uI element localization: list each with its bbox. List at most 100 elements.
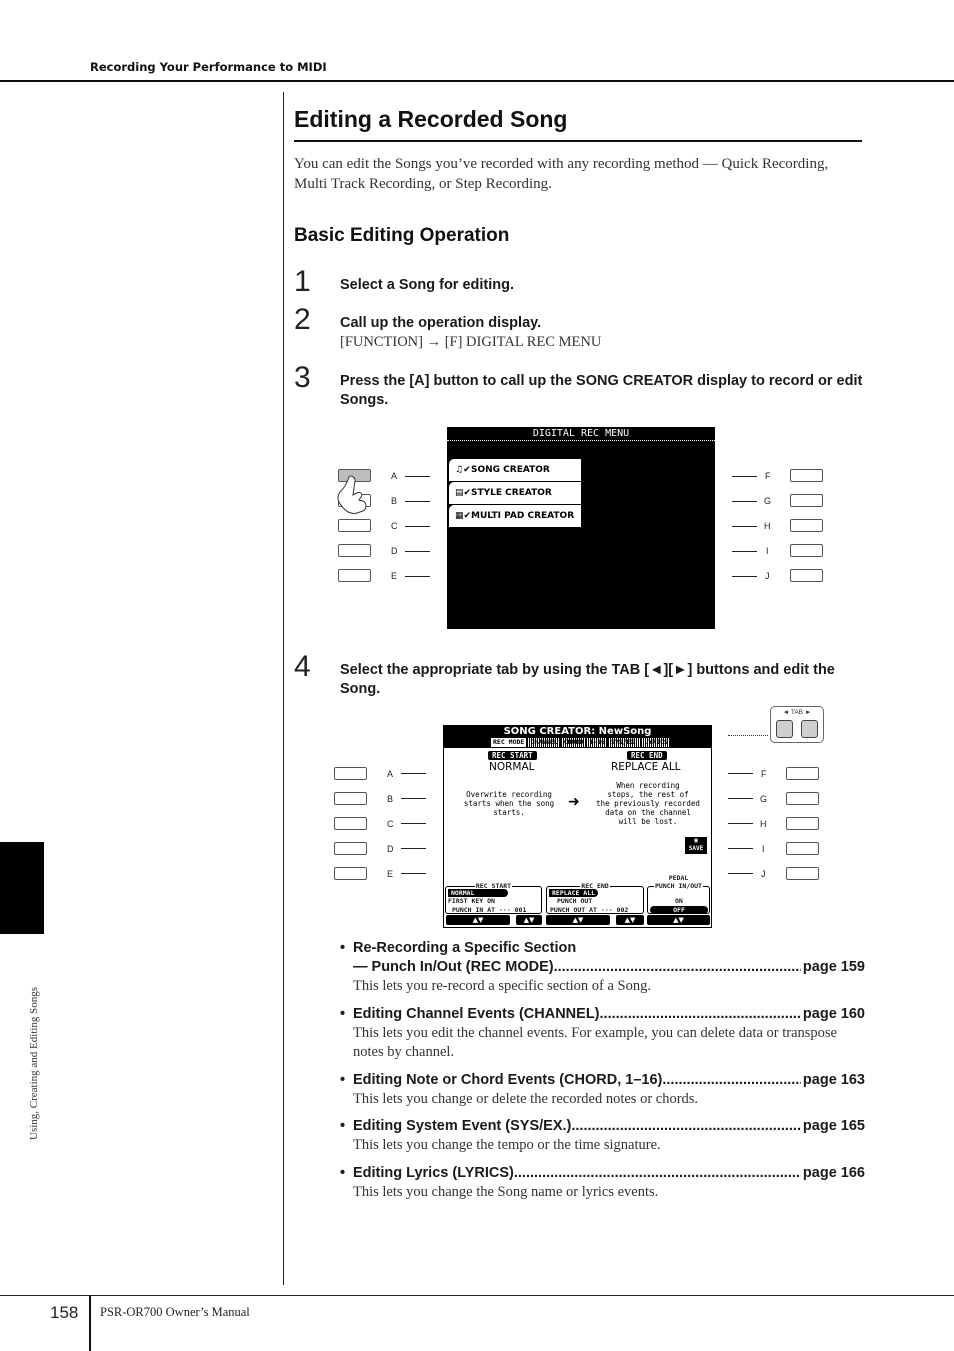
- menu-item-label: MULTI PAD CREATOR: [471, 511, 575, 521]
- rec-end-box: REC END REPLACE ALL PUNCH OUT PUNCH OUT …: [546, 882, 644, 914]
- list-item-description: This lets you edit the channel events. F…: [353, 1025, 837, 1060]
- menu-item-song-creator[interactable]: ♫✔ SONG CREATOR: [449, 459, 581, 481]
- page-reference-link[interactable]: page 160: [801, 1005, 865, 1024]
- list-item-title: Editing Note or Chord Events (CHORD, 1–1…: [353, 1072, 663, 1088]
- tab-sys-ex[interactable]: SYS/EX.: [608, 738, 641, 747]
- leader-line: [728, 848, 753, 849]
- pedal-box-title-line2: PUNCH IN/OUT: [654, 882, 703, 890]
- panel-button-f[interactable]: [786, 767, 819, 780]
- list-item-sys-ex: • Editing System Event (SYS/EX.) page 16…: [340, 1117, 865, 1155]
- tab-right-button[interactable]: [801, 720, 818, 738]
- rec-end-option-replace-all[interactable]: REPLACE ALL: [549, 889, 599, 897]
- pedal-option-on[interactable]: ON: [675, 897, 683, 905]
- panel-label-a: A: [387, 769, 394, 779]
- tab-lyrics[interactable]: LYRICS: [642, 738, 670, 747]
- intro-paragraph: You can edit the Songs you’ve recorded w…: [294, 156, 829, 192]
- pedal-updown-button[interactable]: ▲▼: [647, 915, 710, 925]
- page-reference-link[interactable]: page 159: [801, 958, 865, 977]
- panel-label-a: A: [391, 471, 398, 481]
- rec-end-value: REPLACE ALL: [611, 761, 681, 773]
- panel-button-h[interactable]: [786, 817, 819, 830]
- list-item-description: This lets you change the Song name or ly…: [353, 1184, 659, 1200]
- panel-button-i[interactable]: [786, 842, 819, 855]
- page-reference-link[interactable]: page 165: [801, 1117, 865, 1136]
- pedal-option-off[interactable]: OFF: [650, 906, 708, 914]
- step-text-3: Press the [A] button to call up the SONG…: [340, 373, 863, 408]
- rec-start-option-punch-in[interactable]: PUNCH IN AT ··· 001: [452, 906, 526, 914]
- rec-start-option-normal[interactable]: NORMAL: [448, 889, 508, 897]
- list-item-description: This lets you change or delete the recor…: [353, 1091, 699, 1107]
- page-reference-link[interactable]: page 166: [801, 1164, 865, 1183]
- leader-line: [405, 551, 430, 552]
- panel-button-d[interactable]: [334, 842, 367, 855]
- pedal-punch-box: PEDAL PUNCH IN/OUT ON OFF: [647, 874, 710, 914]
- tab-1-16[interactable]: 1–16: [587, 738, 607, 747]
- list-item-chord: • Editing Note or Chord Events (CHORD, 1…: [340, 1071, 865, 1109]
- leader-line: [732, 551, 757, 552]
- bullet-icon: •: [340, 1118, 346, 1134]
- menu-item-multi-pad-creator[interactable]: ▦✔ MULTI PAD CREATOR: [449, 505, 581, 527]
- rec-end-option-punch-out-at[interactable]: PUNCH OUT AT ··· 002: [550, 906, 628, 914]
- save-button[interactable]: ▣ SAVE: [685, 837, 707, 854]
- arrow-icon: ➜: [568, 794, 580, 810]
- panel-label-d: D: [387, 844, 394, 854]
- section-subheading: Basic Editing Operation: [294, 225, 510, 246]
- panel-label-b: B: [387, 794, 394, 804]
- panel-button-g[interactable]: [786, 792, 819, 805]
- running-head: Recording Your Performance to MIDI: [90, 60, 327, 74]
- leader-line: [401, 848, 426, 849]
- panel-button-j[interactable]: [786, 867, 819, 880]
- panel-button-c[interactable]: [334, 817, 367, 830]
- panel-button-g[interactable]: [790, 494, 823, 507]
- dot-leader: [662, 1071, 801, 1090]
- rec-end-option-punch-out[interactable]: PUNCH OUT: [557, 897, 592, 905]
- list-item-lyrics: • Editing Lyrics (LYRICS) page 166 This …: [340, 1164, 865, 1202]
- rec-start-option-first-key-on[interactable]: FIRST KEY ON: [448, 897, 495, 905]
- rec-start-updown-button-1[interactable]: ▲▼: [446, 915, 510, 925]
- panel-label-i: I: [762, 844, 765, 854]
- leader-line: [732, 576, 757, 577]
- panel-button-j[interactable]: [790, 569, 823, 582]
- menu-item-style-creator[interactable]: ▤✔ STYLE CREATOR: [449, 482, 581, 504]
- leader-line: [405, 526, 430, 527]
- panel-label-c: C: [387, 819, 394, 829]
- leader-line: [728, 823, 753, 824]
- panel-button-e[interactable]: [338, 569, 371, 582]
- panel-button-f[interactable]: [790, 469, 823, 482]
- rec-end-updown-button-1[interactable]: ▲▼: [546, 915, 610, 925]
- panel-button-d[interactable]: [338, 544, 371, 557]
- leader-line: [728, 873, 753, 874]
- panel-button-h[interactable]: [790, 519, 823, 532]
- leader-line: [405, 501, 430, 502]
- panel-label-e: E: [391, 571, 398, 581]
- bullet-icon: •: [340, 1165, 346, 1181]
- step-number-1: 1: [294, 265, 311, 298]
- rec-start-updown-button-2[interactable]: ▲▼: [516, 915, 542, 925]
- leader-line: [732, 476, 757, 477]
- leader-line: [401, 823, 426, 824]
- tab-channel[interactable]: CHANNEL: [528, 738, 560, 747]
- list-item-channel: • Editing Channel Events (CHANNEL) page …: [340, 1005, 865, 1062]
- panel-button-b[interactable]: [334, 792, 367, 805]
- panel-label-h: H: [760, 819, 767, 829]
- multi-pad-creator-icon: ▦✔: [455, 511, 472, 521]
- rec-start-badge: REC START: [488, 751, 537, 760]
- step-number-3: 3: [294, 361, 311, 394]
- tab-rec-mode[interactable]: REC MODE: [491, 738, 527, 747]
- rec-end-updown-button-2[interactable]: ▲▼: [616, 915, 644, 925]
- manual-name: PSR-OR700 Owner’s Manual: [100, 1305, 250, 1319]
- list-item-description: This lets you change the tempo or the ti…: [353, 1137, 661, 1153]
- display-digital-rec-menu: DIGITAL REC MENU ♫✔ SONG CREATOR ▤✔ STYL…: [447, 427, 715, 629]
- tab-left-button[interactable]: [776, 720, 793, 738]
- page-reference-link[interactable]: page 163: [801, 1071, 865, 1090]
- leader-line: [728, 773, 753, 774]
- style-creator-icon: ▤✔: [455, 488, 472, 498]
- rec-end-badge: REC END: [627, 751, 667, 760]
- panel-button-a[interactable]: [334, 767, 367, 780]
- panel-button-i[interactable]: [790, 544, 823, 557]
- bullet-icon: •: [340, 1072, 346, 1088]
- tab-chord[interactable]: CHORD: [561, 738, 586, 747]
- song-creator-icon: ♫✔: [455, 465, 471, 475]
- panel-label-f: F: [761, 769, 767, 779]
- panel-button-e[interactable]: [334, 867, 367, 880]
